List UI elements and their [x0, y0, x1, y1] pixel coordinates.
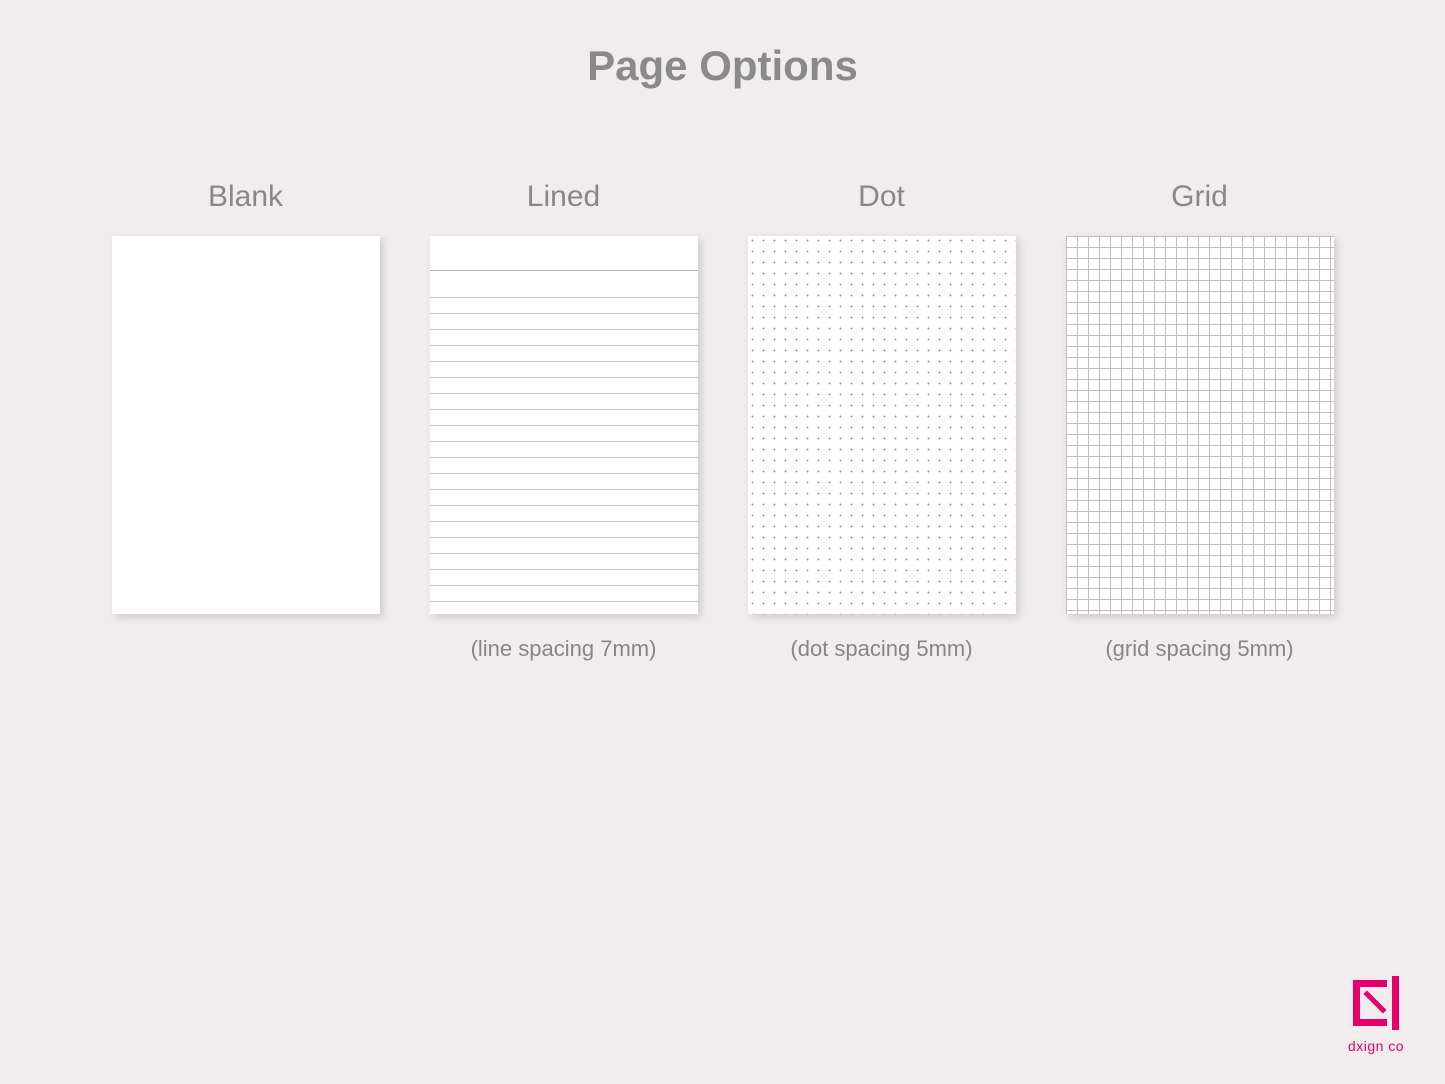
- option-blank-label: Blank: [208, 180, 283, 214]
- option-dot-label: Dot: [858, 180, 905, 214]
- page-options-container: Blank Lined (line spacing 7mm) Dot (dot …: [0, 180, 1445, 662]
- option-lined-label: Lined: [527, 180, 600, 214]
- option-blank: Blank: [106, 180, 386, 662]
- dot-preview-icon: [748, 236, 1016, 614]
- brand-logo: dxign co: [1347, 974, 1405, 1054]
- lined-preview-icon: [430, 236, 698, 614]
- option-lined-note: (line spacing 7mm): [471, 636, 657, 662]
- grid-preview-icon: [1066, 236, 1334, 614]
- brand-logo-icon: [1347, 974, 1405, 1032]
- option-grid-note: (grid spacing 5mm): [1105, 636, 1293, 662]
- blank-preview-icon: [112, 236, 380, 614]
- brand-logo-text: dxign co: [1348, 1038, 1404, 1054]
- option-dot-note: (dot spacing 5mm): [790, 636, 972, 662]
- option-dot: Dot (dot spacing 5mm): [742, 180, 1022, 662]
- option-lined: Lined (line spacing 7mm): [424, 180, 704, 662]
- option-grid: Grid (grid spacing 5mm): [1060, 180, 1340, 662]
- option-grid-label: Grid: [1171, 180, 1228, 214]
- page-title: Page Options: [0, 0, 1445, 90]
